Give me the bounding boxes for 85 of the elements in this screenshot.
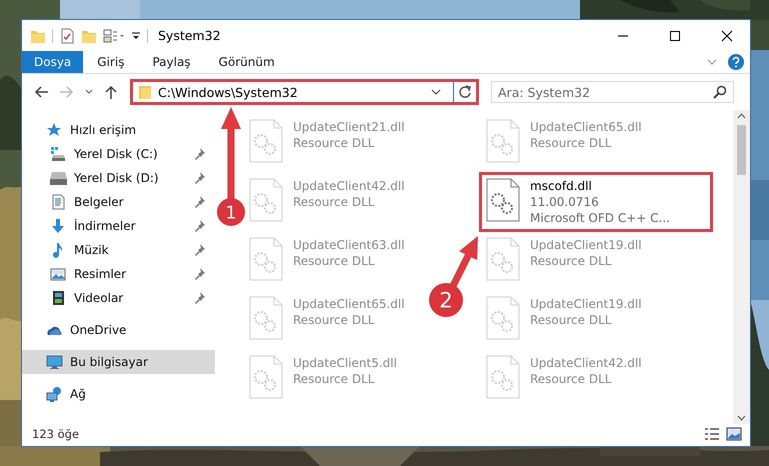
scrollbar[interactable] [733,110,750,424]
sidebar-item[interactable]: Bu bilgisayar [22,350,215,374]
callout-badge: 2 [429,283,463,317]
pin-icon[interactable] [194,267,207,281]
file-detail: Microsoft OFD C++ C... [530,210,670,226]
file-name: UpdateClient19.dll [530,237,642,253]
pin-icon[interactable] [194,147,207,161]
download-arrow-icon [50,218,67,234]
back-icon [33,84,49,100]
ribbon-tab[interactable]: Paylaş [138,51,205,73]
file-name: mscofd.dll [530,178,593,194]
folder-icon [138,84,152,100]
pin-icon[interactable] [194,195,207,209]
network-icon [46,386,63,402]
sidebar-item[interactable]: Hızlı erişim [22,118,215,142]
pin-icon[interactable] [194,219,207,233]
gear-file-icon [249,237,283,281]
star-icon [46,122,63,138]
pin-icon[interactable] [194,291,207,305]
file-detail: Resource DLL [293,253,376,269]
sidebar-item[interactable]: Müzik [22,238,215,262]
file-detail: Resource DLL [293,312,376,328]
file-name: UpdateClient21.dll [293,119,405,135]
document-icon [50,194,67,210]
file-detail: Resource DLL [530,135,612,151]
sidebar-item[interactable]: Belgeler [22,190,215,214]
gear-file-icon [486,119,520,163]
sidebar-item[interactable]: Yerel Disk (C:) [22,142,215,166]
ribbon-tab[interactable]: Görünüm [204,51,289,73]
file-name: UpdateClient42.dll [293,178,405,194]
refresh-icon[interactable] [458,85,472,99]
properties-icon[interactable] [59,28,75,44]
ribbon-tab[interactable]: Dosya [22,51,84,73]
sidebar-item[interactable]: Ağ [22,382,215,406]
sidebar-item[interactable]: Videolar [22,286,215,310]
drive-icon [50,146,67,162]
pin-icon[interactable] [194,243,207,257]
callout-badge: 1 [217,198,245,226]
address-bar[interactable]: C:\Windows\System32 [130,79,479,105]
sidebar-item[interactable]: İndirmeler [22,214,215,238]
gear-file-icon [249,296,283,340]
help-icon[interactable] [728,54,744,70]
sidebar-item[interactable]: Yerel Disk (D:) [22,166,215,190]
picture-icon [50,266,67,282]
gear-file-icon [486,237,520,281]
item-count: 123 öğe [32,427,80,441]
up-icon [103,84,119,100]
forward-icon [59,84,75,100]
dropdown-icon[interactable] [431,87,441,97]
file-name: UpdateClient19.dll [530,296,642,312]
file-item[interactable]: mscofd.dll 11.00.0716 Microsoft OFD C++ C... [482,175,710,229]
file-name: UpdateClient5.dll [293,355,397,371]
large-icons-view-icon[interactable] [726,427,742,441]
window-title: System32 [158,28,222,43]
close-icon [721,30,733,42]
gear-file-icon [486,178,520,222]
details-view-icon[interactable] [704,427,720,441]
drive-icon [50,170,67,186]
file-name: UpdateClient65.dll [530,119,642,135]
gear-file-icon [249,178,283,222]
ribbon-tab[interactable]: Giriş [83,51,138,73]
gear-file-icon [249,119,283,163]
file-name: UpdateClient42.dll [530,355,642,371]
file-detail: Resource DLL [293,371,376,387]
file-name: UpdateClient65.dll [293,296,405,312]
gear-file-icon [486,296,520,340]
sidebar-item[interactable]: OneDrive [22,318,215,342]
file-detail: Resource DLL [293,194,376,210]
view-options-icon[interactable] [103,28,125,44]
file-detail: 11.00.0716 [530,194,600,210]
scrollbar-thumb[interactable] [737,125,746,175]
pin-icon[interactable] [194,171,207,185]
file-detail: Resource DLL [530,312,612,328]
callout-arrow [450,236,478,288]
file-detail: Resource DLL [530,253,612,269]
file-detail: Resource DLL [530,371,612,387]
film-icon [50,290,67,306]
file-name: UpdateClient63.dll [293,237,405,253]
file-detail: Resource DLL [293,135,376,151]
gear-file-icon [486,355,520,399]
maximize-icon [669,30,681,42]
customize-dropdown-icon[interactable] [131,30,141,40]
computer-icon [46,354,63,370]
gear-file-icon [249,355,283,399]
sidebar-item[interactable]: Resimler [22,262,215,286]
